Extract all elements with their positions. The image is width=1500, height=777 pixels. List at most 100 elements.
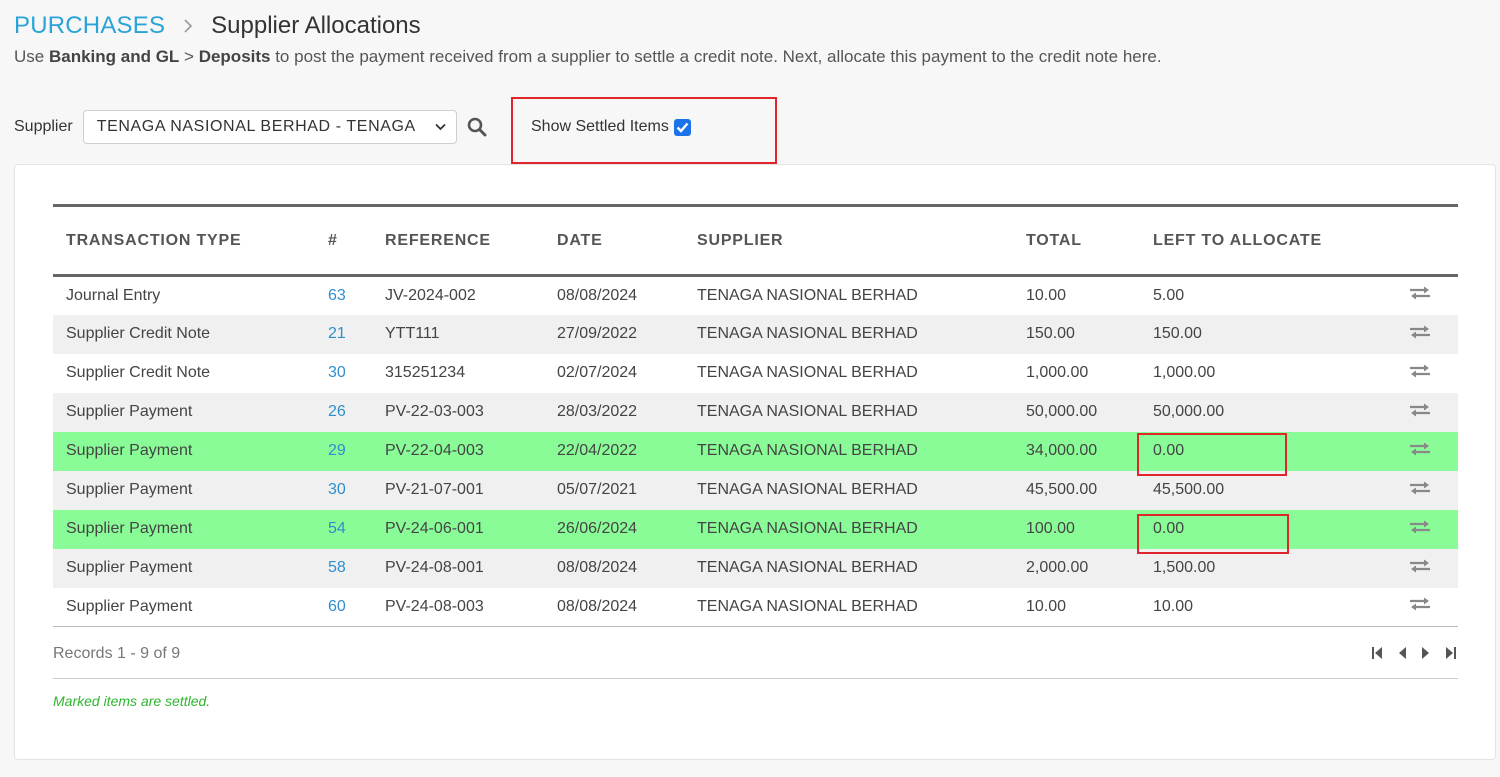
transaction-number-link[interactable]: 21: [328, 325, 346, 342]
cell-total: 50,000.00: [1013, 392, 1140, 432]
cell-actions: [1383, 314, 1458, 354]
transaction-number-link[interactable]: 30: [328, 481, 346, 498]
prev-page-icon[interactable]: [1397, 646, 1407, 660]
cell-transaction-type: Journal Entry: [66, 286, 161, 304]
cell-reference: PV-22-04-003: [372, 431, 544, 471]
show-settled-toggle[interactable]: Show Settled Items: [531, 118, 691, 136]
col-left-to-allocate[interactable]: LEFT TO ALLOCATE: [1140, 204, 1383, 277]
cell-date: 27/09/2022: [544, 314, 684, 354]
transaction-number-link[interactable]: 63: [328, 287, 346, 304]
deposits-label: Deposits: [198, 47, 271, 66]
cell-number: 60: [315, 587, 372, 627]
next-page-icon[interactable]: [1421, 646, 1431, 660]
cell-transaction-type: Supplier Payment: [53, 509, 315, 549]
cell-total: 150.00: [1013, 314, 1140, 354]
chevron-down-icon: [435, 123, 446, 131]
cell-left-to-allocate: 150.00: [1140, 314, 1383, 354]
transaction-number-link[interactable]: 60: [328, 598, 346, 615]
cell-left-to-allocate: 45,500.00: [1140, 470, 1383, 510]
breadcrumb-purchases-link[interactable]: PURCHASES: [14, 12, 165, 40]
cell-number: 21: [315, 314, 372, 354]
swap-arrows-icon[interactable]: [1408, 363, 1432, 379]
last-page-icon[interactable]: [1445, 646, 1457, 660]
settled-left-highlight: [1137, 514, 1289, 554]
swap-arrows-icon[interactable]: [1408, 324, 1432, 340]
transaction-number-link[interactable]: 54: [328, 520, 346, 537]
cell-supplier: TENAGA NASIONAL BERHAD: [684, 548, 1013, 588]
cell-supplier: TENAGA NASIONAL BERHAD: [697, 364, 918, 381]
cell-transaction-type: Supplier Credit Note: [53, 314, 315, 354]
cell-number: 30: [315, 470, 372, 510]
cell-total: 100.00: [1013, 509, 1140, 549]
cell-total: 34,000.00: [1013, 431, 1140, 471]
pagination: [1371, 646, 1457, 660]
cell-total: 10.00: [1013, 587, 1140, 627]
swap-arrows-icon[interactable]: [1408, 480, 1432, 496]
cell-actions: [1383, 509, 1458, 549]
cell-left-to-allocate: 1,000.00: [1153, 364, 1216, 381]
col-supplier[interactable]: SUPPLIER: [684, 204, 1013, 277]
supplier-select[interactable]: TENAGA NASIONAL BERHAD - TENAGA: [82, 110, 457, 144]
cell-left-to-allocate: 10.00: [1140, 587, 1383, 627]
swap-arrows-icon[interactable]: [1408, 285, 1432, 301]
col-total[interactable]: TOTAL: [1013, 204, 1140, 277]
breadcrumb: PURCHASES Supplier Allocations: [14, 10, 421, 42]
cell-left-to-allocate: 50,000.00: [1140, 392, 1383, 432]
transaction-number-link[interactable]: 26: [328, 403, 346, 420]
cell-reference: PV-22-03-003: [372, 392, 544, 432]
col-date[interactable]: DATE: [544, 204, 684, 277]
cell-total: 45,500.00: [1013, 470, 1140, 510]
supplier-select-value: TENAGA NASIONAL BERHAD - TENAGA: [96, 118, 416, 135]
cell-date: 26/06/2024: [544, 509, 684, 549]
cell-total: 10.00: [1026, 286, 1067, 304]
page-title: Supplier Allocations: [211, 12, 421, 39]
col-number[interactable]: #: [315, 204, 372, 277]
cell-transaction-type: Supplier Payment: [53, 548, 315, 588]
cell-number: 54: [315, 509, 372, 549]
swap-arrows-icon[interactable]: [1408, 402, 1432, 418]
cell-number: 30: [315, 354, 372, 393]
swap-arrows-icon[interactable]: [1408, 441, 1432, 457]
cell-reference: PV-24-06-001: [372, 509, 544, 549]
records-count: Records 1 - 9 of 9: [53, 645, 181, 662]
cell-number: 29: [315, 431, 372, 471]
swap-arrows-icon[interactable]: [1408, 596, 1432, 612]
transaction-number-link[interactable]: 29: [328, 442, 346, 459]
cell-actions: [1383, 276, 1458, 315]
cell-reference: PV-24-08-003: [372, 587, 544, 627]
cell-actions: [1383, 470, 1458, 510]
cell-reference: PV-21-07-001: [372, 470, 544, 510]
settled-legend-note: Marked items are settled.: [53, 693, 211, 709]
transaction-number-link[interactable]: 58: [328, 559, 346, 576]
cell-supplier: TENAGA NASIONAL BERHAD: [684, 470, 1013, 510]
cell-actions: [1383, 392, 1458, 432]
cell-date: 08/08/2024: [557, 286, 638, 304]
cell-supplier: TENAGA NASIONAL BERHAD: [684, 587, 1013, 627]
cell-supplier: TENAGA NASIONAL BERHAD: [697, 286, 918, 304]
cell-reference: YTT111: [372, 314, 544, 354]
show-settled-highlight: Show Settled Items: [511, 97, 777, 164]
show-settled-checkbox[interactable]: [673, 118, 691, 136]
cell-transaction-type: Supplier Payment: [53, 470, 315, 510]
show-settled-label: Show Settled Items: [531, 118, 669, 135]
first-page-icon[interactable]: [1371, 646, 1383, 660]
cell-transaction-type: Supplier Credit Note: [66, 364, 211, 381]
table-row: Supplier Credit Note 30 315251234 02/07/202…: [53, 354, 1458, 393]
cell-transaction-type: Supplier Payment: [53, 587, 315, 627]
swap-arrows-icon[interactable]: [1408, 558, 1432, 574]
allocations-table: TRANSACTION TYPE # REFERENCE DATE SUPPLI…: [53, 204, 1458, 627]
allocations-panel: TRANSACTION TYPE # REFERENCE DATE SUPPLI…: [14, 164, 1496, 760]
table-row: Supplier Credit Note 21 YTT111 27/09/2022 TE…: [53, 314, 1458, 354]
footer-divider: [53, 678, 1458, 679]
col-transaction-type[interactable]: TRANSACTION TYPE: [53, 204, 315, 277]
transaction-number-link[interactable]: 30: [328, 364, 346, 381]
cell-date: 05/07/2021: [544, 470, 684, 510]
cell-number: 58: [315, 548, 372, 588]
settled-left-highlight: [1137, 433, 1287, 476]
col-reference[interactable]: REFERENCE: [372, 204, 544, 277]
cell-number: 26: [315, 392, 372, 432]
cell-left-to-allocate: 5.00: [1153, 286, 1185, 304]
swap-arrows-icon[interactable]: [1408, 519, 1432, 535]
search-icon[interactable]: [467, 117, 487, 137]
cell-date: 28/03/2022: [544, 392, 684, 432]
